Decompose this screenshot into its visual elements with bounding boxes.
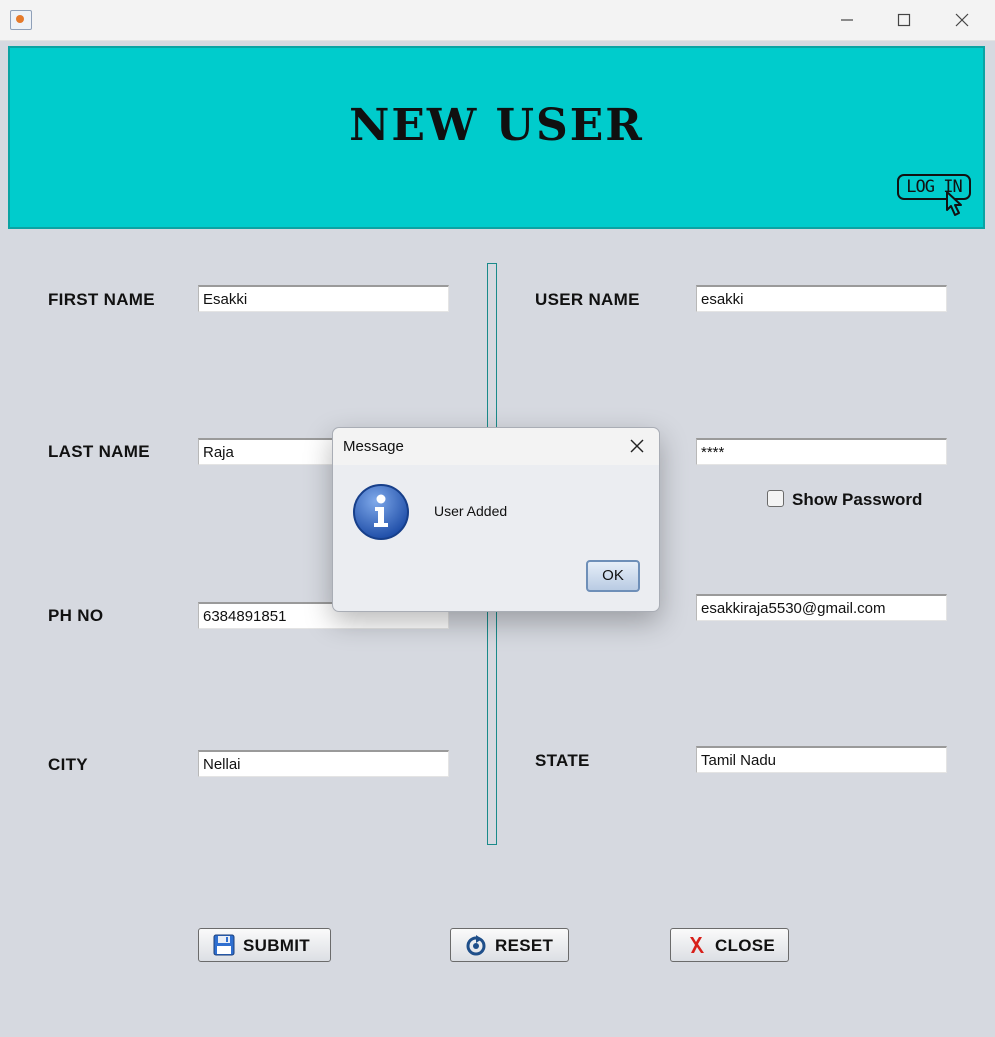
close-label: CLOSE — [715, 936, 776, 955]
reset-button[interactable]: RESET — [450, 928, 569, 962]
header-banner: NEW USER LOG IN — [8, 46, 985, 229]
info-icon — [353, 484, 409, 540]
first-name-field[interactable]: Esakki — [198, 285, 449, 312]
close-button[interactable]: CLOSE — [670, 928, 789, 962]
java-cup-icon — [10, 10, 32, 30]
refresh-icon — [466, 935, 486, 956]
phone-label: PH NO — [48, 606, 104, 625]
close-window-button[interactable] — [939, 0, 985, 40]
state-field[interactable]: Tamil Nadu — [696, 746, 947, 773]
red-x-icon — [690, 937, 704, 953]
city-label: CITY — [48, 755, 88, 774]
login-icon[interactable]: LOG IN — [897, 170, 977, 222]
submit-label: SUBMIT — [243, 936, 310, 955]
dialog-title-bar: Message — [333, 428, 659, 465]
message-dialog: Message User Added OK — [332, 427, 660, 612]
user-name-field[interactable]: esakki — [696, 285, 947, 312]
dialog-title: Message — [343, 438, 404, 455]
maximize-icon — [897, 13, 911, 27]
dialog-close-icon[interactable] — [629, 438, 645, 454]
state-label: STATE — [535, 751, 590, 770]
submit-button[interactable]: SUBMIT — [198, 928, 331, 962]
floppy-disk-icon — [213, 934, 235, 956]
password-field[interactable]: **** — [696, 438, 947, 465]
page-title: NEW USER — [349, 100, 644, 151]
first-name-label: FIRST NAME — [48, 290, 155, 309]
ok-button[interactable]: OK — [586, 560, 640, 592]
email-field[interactable]: esakkiraja5530@gmail.com — [696, 594, 947, 621]
show-password-checkbox[interactable] — [767, 490, 784, 507]
last-name-label: LAST NAME — [48, 442, 150, 461]
close-icon — [955, 13, 969, 27]
minimize-button[interactable] — [824, 0, 870, 40]
city-field[interactable]: Nellai — [198, 750, 449, 777]
cursor-hand-icon — [946, 191, 962, 216]
minimize-icon — [841, 19, 853, 21]
dialog-message: User Added — [434, 503, 508, 519]
new-user-window: NEW USER LOG IN FIRST NAME Esakki LAST N… — [0, 0, 995, 1037]
maximize-button[interactable] — [881, 0, 927, 40]
user-name-label: USER NAME — [535, 290, 640, 309]
reset-label: RESET — [495, 936, 554, 955]
title-bar — [0, 0, 995, 41]
show-password-label[interactable]: Show Password — [792, 490, 922, 510]
